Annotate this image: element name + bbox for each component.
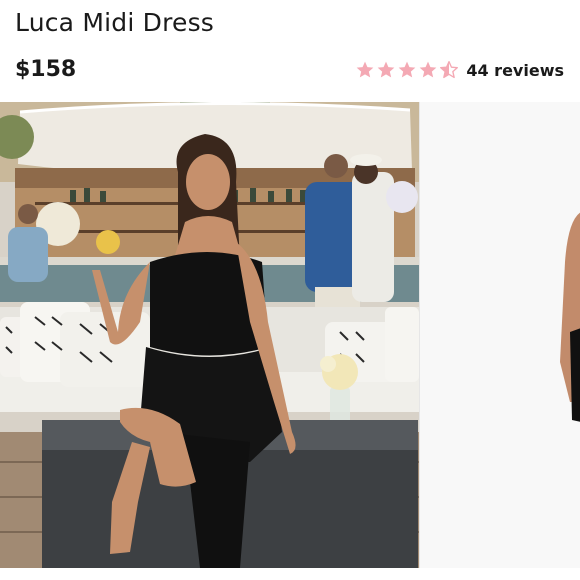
- star-half-icon: [440, 61, 459, 79]
- product-photo-illustration-secondary: [420, 102, 580, 568]
- product-price: $158: [15, 57, 77, 82]
- product-photo-illustration: [0, 102, 419, 568]
- reviews-count-link[interactable]: 44 reviews: [466, 61, 564, 80]
- star-icon: [399, 61, 416, 78]
- star-icon: [357, 61, 374, 78]
- product-title: Luca Midi Dress: [15, 8, 215, 37]
- product-image-gallery[interactable]: [0, 102, 580, 568]
- star-icon: [378, 61, 395, 78]
- product-photo-main[interactable]: [0, 102, 419, 568]
- product-photo-secondary[interactable]: [419, 102, 580, 568]
- rating-summary[interactable]: 44 reviews: [355, 58, 564, 82]
- star-icon: [420, 61, 437, 78]
- rating-stars: [355, 60, 459, 80]
